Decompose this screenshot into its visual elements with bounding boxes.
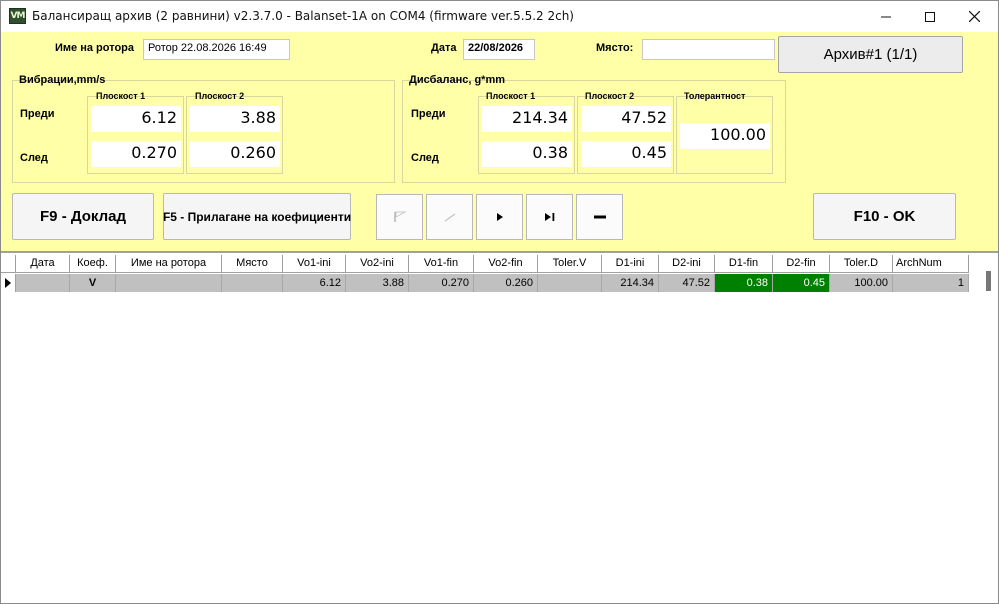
- column-header[interactable]: Име на ротора: [116, 255, 222, 273]
- column-header[interactable]: D2-ini: [659, 255, 715, 273]
- column-header[interactable]: D2-fin: [773, 255, 830, 273]
- rotor-name-label: Име на ротора: [55, 42, 134, 54]
- close-button[interactable]: [951, 1, 997, 32]
- table-cell[interactable]: [222, 274, 283, 292]
- minimize-button[interactable]: [863, 1, 909, 32]
- vibration-after-p2: 0.260: [190, 141, 280, 167]
- imbalance-before-p1: 214.34: [482, 106, 572, 132]
- apply-coefficients-button[interactable]: F5 - Прилагане на коефициенти: [163, 193, 351, 240]
- column-header[interactable]: D1-fin: [715, 255, 773, 273]
- app-window: VM Балансиращ архив (2 равнини) v2.3.7.0…: [0, 0, 999, 604]
- vibration-title: Вибрации,mm/s: [19, 74, 106, 86]
- imbalance-plane1-label: Плоскост 1: [486, 91, 536, 101]
- place-field[interactable]: [642, 39, 775, 60]
- date-label: Дата: [431, 42, 457, 54]
- tolerance-label: Толерантност: [684, 91, 746, 101]
- minus-icon: [593, 215, 606, 219]
- column-header[interactable]: Дата: [16, 255, 70, 273]
- table-cell[interactable]: V: [70, 274, 116, 292]
- table-cell[interactable]: [16, 274, 70, 292]
- title-bar[interactable]: VM Балансиращ архив (2 равнини) v2.3.7.0…: [1, 1, 998, 32]
- next-icon: [496, 213, 503, 221]
- table-cell[interactable]: 6.12: [283, 274, 346, 292]
- imbalance-before-p2: 47.52: [581, 106, 671, 132]
- imbalance-title: Дисбаланс, g*mm: [409, 74, 506, 86]
- app-icon: VM: [9, 8, 26, 24]
- vibration-before-label: Преди: [20, 108, 55, 120]
- vibration-after-p1: 0.270: [91, 141, 181, 167]
- archive-grid: Дата Коеф. Име на ротора Място Vo1-ini V…: [1, 251, 998, 603]
- table-cell[interactable]: [116, 274, 222, 292]
- table-cell[interactable]: 47.52: [659, 274, 715, 292]
- prior-icon: [444, 213, 455, 222]
- imbalance-after-p2: 0.45: [581, 141, 671, 167]
- date-field[interactable]: 22/08/2026: [463, 39, 535, 60]
- column-header[interactable]: Vo1-ini: [283, 255, 346, 273]
- column-header[interactable]: D1-ini: [602, 255, 659, 273]
- minimize-icon: [881, 16, 891, 17]
- first-icon: [393, 211, 407, 222]
- indicator-header: [1, 255, 16, 273]
- imbalance-after-label: След: [411, 152, 439, 164]
- archive-button[interactable]: Архив#1 (1/1): [778, 36, 963, 73]
- column-header[interactable]: Място: [222, 255, 283, 273]
- window-title: Балансиращ архив (2 равнини) v2.3.7.0 - …: [32, 9, 574, 23]
- nav-delete-button[interactable]: [576, 194, 623, 240]
- maximize-button[interactable]: [907, 1, 953, 32]
- column-header[interactable]: Vo1-fin: [409, 255, 474, 273]
- nav-next-button[interactable]: [476, 194, 523, 240]
- table-cell[interactable]: [538, 274, 602, 292]
- column-header[interactable]: Коеф.: [70, 255, 116, 273]
- maximize-icon: [925, 11, 935, 22]
- current-row-indicator: [1, 274, 16, 292]
- close-icon: [968, 11, 980, 22]
- tolerance-value: 100.00: [680, 123, 770, 149]
- table-cell[interactable]: 0.260: [474, 274, 538, 292]
- nav-prior-button[interactable]: [426, 194, 473, 240]
- vibration-before-p2: 3.88: [190, 106, 280, 132]
- vibration-plane1-label: Плоскост 1: [96, 91, 146, 101]
- rotor-name-field[interactable]: Ротор 22.08.2026 16:49: [143, 39, 290, 60]
- nav-first-button[interactable]: [376, 194, 423, 240]
- table-cell-ok[interactable]: 0.45: [773, 274, 830, 292]
- report-button[interactable]: F9 - Доклад: [12, 193, 154, 240]
- imbalance-before-label: Преди: [411, 108, 446, 120]
- nav-last-button[interactable]: [526, 194, 573, 240]
- table-cell[interactable]: 3.88: [346, 274, 409, 292]
- column-header[interactable]: Vo2-ini: [346, 255, 409, 273]
- vibration-before-p1: 6.12: [91, 106, 181, 132]
- imbalance-plane2-label: Плоскост 2: [585, 91, 635, 101]
- last-icon: [544, 213, 554, 221]
- column-header[interactable]: Vo2-fin: [474, 255, 538, 273]
- vertical-scrollbar[interactable]: [986, 271, 991, 291]
- place-label: Място:: [596, 42, 634, 54]
- imbalance-after-p1: 0.38: [482, 141, 572, 167]
- table-cell[interactable]: 100.00: [830, 274, 893, 292]
- column-header[interactable]: ArchNum: [893, 255, 969, 273]
- table-cell-ok[interactable]: 0.38: [715, 274, 773, 292]
- column-header[interactable]: Toler.D: [830, 255, 893, 273]
- column-header[interactable]: Toler.V: [538, 255, 602, 273]
- ok-button[interactable]: F10 - OK: [813, 193, 956, 240]
- row-pointer-icon: [5, 278, 11, 288]
- vibration-plane2-label: Плоскост 2: [195, 91, 245, 101]
- table-cell[interactable]: 214.34: [602, 274, 659, 292]
- table-cell[interactable]: 0.270: [409, 274, 474, 292]
- table-cell[interactable]: 1: [893, 274, 969, 292]
- vibration-after-label: След: [20, 152, 48, 164]
